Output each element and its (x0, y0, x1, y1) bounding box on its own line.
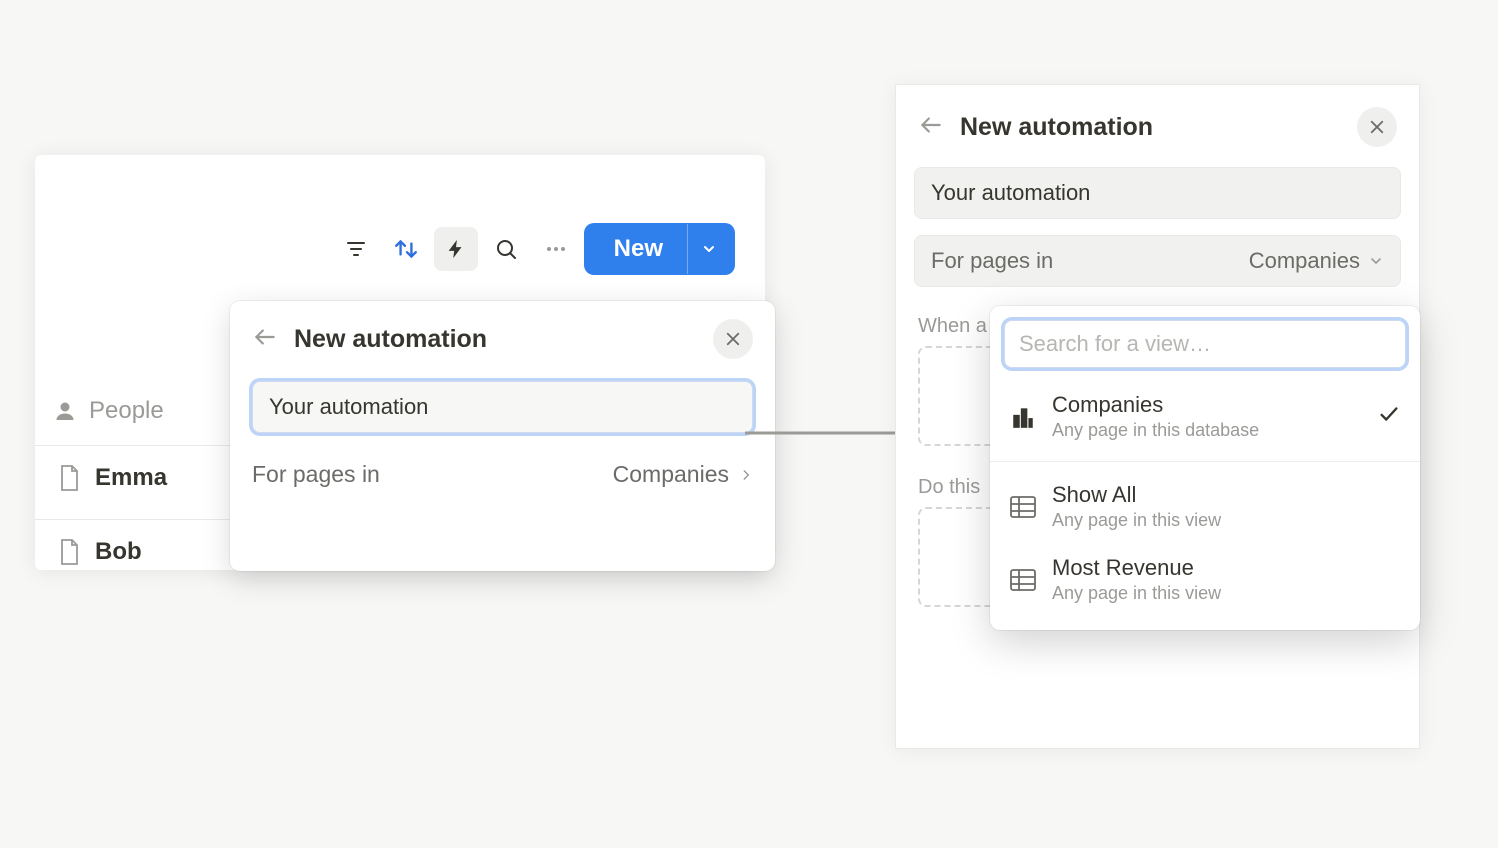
page-name: Emma (95, 464, 167, 492)
automation-name-input[interactable] (252, 381, 753, 433)
automation-button[interactable] (434, 227, 478, 271)
building-icon (1010, 404, 1036, 430)
page-name: Bob (95, 538, 142, 566)
page-icon (57, 538, 81, 566)
automation-name-display[interactable]: Your automation (914, 167, 1401, 219)
separator (990, 461, 1420, 462)
filter-button[interactable] (334, 227, 378, 271)
back-button[interactable] (918, 112, 944, 143)
close-button[interactable] (713, 319, 753, 359)
popover-title: New automation (294, 325, 697, 354)
view-option-most-revenue[interactable]: Most Revenue Any page in this view (990, 543, 1420, 616)
search-icon (494, 237, 518, 261)
arrow-left-icon (918, 112, 944, 138)
sort-icon (393, 236, 419, 262)
view-option-subtitle: Any page in this view (1052, 510, 1221, 531)
view-option-subtitle: Any page in this view (1052, 583, 1221, 604)
search-button[interactable] (484, 227, 528, 271)
arrow-left-icon (252, 324, 278, 350)
back-button[interactable] (252, 324, 278, 355)
person-icon (53, 399, 77, 423)
view-option-title: Most Revenue (1052, 555, 1221, 581)
for-pages-label: For pages in (931, 248, 1053, 274)
automation-popover: New automation For pages in Companies (230, 301, 775, 571)
for-pages-value: Companies (1249, 248, 1360, 274)
automation-name-text: Your automation (931, 180, 1090, 206)
filter-icon (344, 237, 368, 261)
for-pages-value: Companies (613, 461, 729, 488)
view-search-input[interactable] (1004, 320, 1406, 368)
column-header-label: People (89, 397, 164, 425)
chevron-down-icon (701, 241, 717, 257)
bolt-icon (445, 236, 467, 262)
new-button-caret[interactable] (687, 224, 729, 274)
column-header-people[interactable]: People (53, 397, 164, 425)
chevron-right-icon (739, 468, 753, 482)
chevron-down-icon (1368, 253, 1384, 269)
view-picker-dropdown: Companies Any page in this database Show… (990, 306, 1420, 630)
view-option-title: Show All (1052, 482, 1221, 508)
toolbar: New (334, 223, 735, 275)
view-option-title: Companies (1052, 392, 1259, 418)
for-pages-value-button[interactable]: Companies (613, 461, 753, 488)
for-pages-row[interactable]: For pages in Companies (252, 461, 753, 488)
close-button[interactable] (1357, 107, 1397, 147)
database-card: New People Emma Bob New automation Fo (35, 155, 765, 570)
panel-title: New automation (960, 113, 1341, 142)
for-pages-row[interactable]: For pages in Companies (914, 235, 1401, 287)
for-pages-label: For pages in (252, 461, 380, 488)
view-option-companies[interactable]: Companies Any page in this database (990, 380, 1420, 453)
page-icon (57, 464, 81, 492)
table-icon (1010, 569, 1036, 591)
for-pages-value-button[interactable]: Companies (1249, 248, 1384, 274)
new-button[interactable]: New (584, 223, 735, 275)
table-icon (1010, 496, 1036, 518)
view-option-show-all[interactable]: Show All Any page in this view (990, 470, 1420, 543)
close-icon (1368, 118, 1386, 136)
sort-button[interactable] (384, 227, 428, 271)
close-icon (724, 330, 742, 348)
check-icon (1378, 403, 1400, 430)
more-icon (544, 237, 568, 261)
view-option-subtitle: Any page in this database (1052, 420, 1259, 441)
new-button-label: New (590, 235, 687, 263)
more-button[interactable] (534, 227, 578, 271)
